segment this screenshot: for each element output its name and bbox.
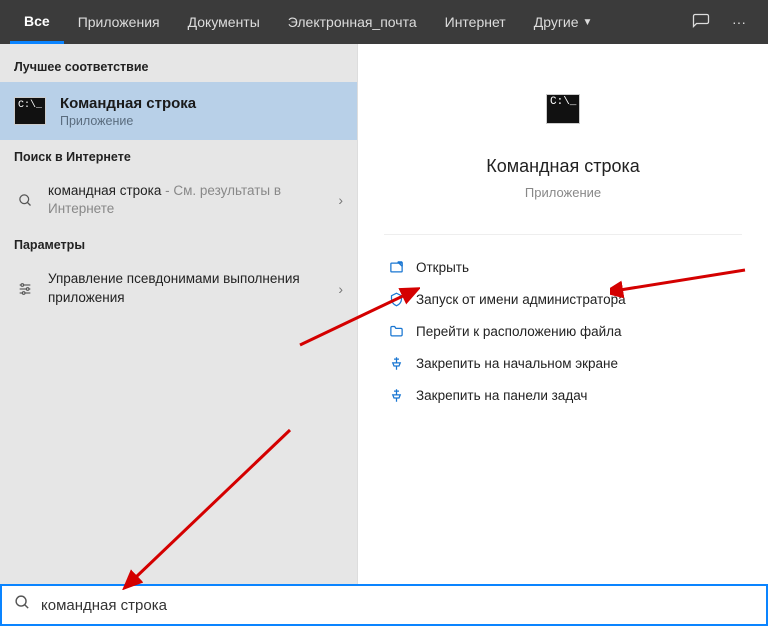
tab-docs[interactable]: Документы	[174, 0, 274, 44]
preview-pane: C:\_ Командная строка Приложение Открыть…	[358, 44, 768, 584]
settings-item-label: Управление псевдонимами выполнения прило…	[48, 270, 343, 306]
best-match-item[interactable]: C:\_ Командная строка Приложение	[0, 82, 357, 140]
action-open-label: Открыть	[416, 260, 469, 275]
cmd-icon: C:\_	[14, 97, 46, 125]
tab-apps[interactable]: Приложения	[64, 0, 174, 44]
best-match-type: Приложение	[60, 114, 196, 128]
feedback-icon[interactable]	[682, 0, 720, 44]
section-best-match: Лучшее соответствие	[0, 50, 357, 82]
result-list-pane: Лучшее соответствие C:\_ Командная строк…	[0, 44, 358, 584]
cmd-icon: C:\_	[546, 94, 580, 124]
tab-all[interactable]: Все	[10, 0, 64, 44]
action-pin-start[interactable]: Закрепить на начальном экране	[384, 347, 742, 379]
action-pin-taskbar-label: Закрепить на панели задач	[416, 388, 587, 403]
best-match-title: Командная строка	[60, 95, 196, 112]
chevron-right-icon: ›	[338, 281, 343, 297]
settings-item-aliases[interactable]: Управление псевдонимами выполнения прило…	[0, 260, 357, 316]
settings-icon	[14, 281, 36, 297]
open-icon	[384, 260, 408, 275]
search-bar[interactable]	[0, 584, 768, 626]
search-icon	[14, 594, 31, 616]
web-search-text: командная строка - См. результаты в Инте…	[48, 182, 343, 218]
action-pin-taskbar[interactable]: Закрепить на панели задач	[384, 379, 742, 411]
preview-type: Приложение	[384, 185, 742, 200]
pin-icon	[384, 356, 408, 371]
search-input[interactable]	[41, 597, 754, 614]
preview-title: Командная строка	[384, 156, 742, 177]
pin-icon	[384, 388, 408, 403]
web-search-item[interactable]: командная строка - См. результаты в Инте…	[0, 172, 357, 228]
tab-more-label: Другие	[534, 14, 579, 30]
shield-icon	[384, 292, 408, 307]
top-tab-bar: Все Приложения Документы Электронная_поч…	[0, 0, 768, 44]
action-pin-start-label: Закрепить на начальном экране	[416, 356, 618, 371]
folder-icon	[384, 324, 408, 339]
tab-internet[interactable]: Интернет	[431, 0, 520, 44]
search-icon	[14, 193, 36, 208]
action-run-as-admin[interactable]: Запуск от имени администратора	[384, 283, 742, 315]
action-open-file-location-label: Перейти к расположению файла	[416, 324, 622, 339]
action-run-as-admin-label: Запуск от имени администратора	[416, 292, 626, 307]
more-options-icon[interactable]: ···	[720, 0, 758, 44]
tab-more[interactable]: Другие ▼	[520, 0, 607, 44]
section-settings: Параметры	[0, 228, 357, 260]
section-web: Поиск в Интернете	[0, 140, 357, 172]
action-open[interactable]: Открыть	[384, 251, 742, 283]
action-open-file-location[interactable]: Перейти к расположению файла	[384, 315, 742, 347]
chevron-right-icon: ›	[338, 192, 343, 208]
chevron-down-icon: ▼	[583, 17, 593, 28]
tab-email[interactable]: Электронная_почта	[274, 0, 431, 44]
